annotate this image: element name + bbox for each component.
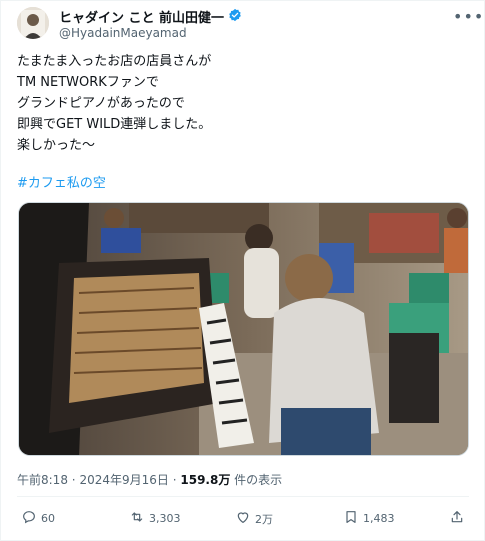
post-video[interactable] bbox=[18, 202, 469, 456]
post-meta: 午前8:18 · 2024年9月16日 · 159.8万 件の表示 bbox=[17, 471, 282, 488]
like-button[interactable]: 2万 bbox=[235, 509, 273, 528]
share-button[interactable] bbox=[449, 509, 465, 528]
verified-badge-icon bbox=[228, 8, 242, 26]
repost-count: 3,303 bbox=[149, 512, 181, 525]
view-count-label: 件の表示 bbox=[234, 473, 283, 487]
post-text-line: たまたま入ったお店の店員さんが bbox=[17, 54, 212, 69]
post-text: たまたま入ったお店の店員さんが TM NETWORKファンで グランドピアノがあ… bbox=[17, 51, 457, 156]
bookmark-count: 1,483 bbox=[363, 512, 395, 525]
repost-icon bbox=[129, 509, 145, 528]
author-display-name[interactable]: ヒャダイン こと 前山田健一 bbox=[59, 7, 224, 26]
like-count: 2万 bbox=[255, 512, 273, 526]
repost-button[interactable]: 3,303 bbox=[129, 509, 181, 528]
share-icon bbox=[449, 509, 465, 528]
meta-separator: · bbox=[172, 473, 177, 487]
more-dots-icon[interactable]: ••• bbox=[453, 7, 484, 26]
heart-icon bbox=[235, 509, 251, 528]
view-count: 159.8万 bbox=[180, 473, 231, 487]
avatar[interactable] bbox=[17, 7, 49, 39]
divider bbox=[17, 496, 469, 497]
author-handle[interactable]: @HyadainMaeyamad bbox=[59, 26, 187, 40]
post-text-line: TM NETWORKファンで bbox=[17, 75, 159, 90]
post-text-line: グランドピアノがあったので bbox=[17, 96, 185, 111]
post-time[interactable]: 午前8:18 bbox=[17, 473, 68, 487]
meta-separator: · bbox=[71, 473, 76, 487]
video-frame-illustration bbox=[19, 203, 468, 455]
bookmark-button[interactable]: 1,483 bbox=[343, 509, 395, 528]
reply-button[interactable]: 60 bbox=[21, 509, 55, 528]
post-text-line: 即興でGET WILD連弾しました。 bbox=[17, 117, 212, 132]
hashtag-link[interactable]: #カフェ私の空 bbox=[17, 172, 106, 191]
reply-icon bbox=[21, 509, 37, 528]
bookmark-icon bbox=[343, 509, 359, 528]
post-date[interactable]: 2024年9月16日 bbox=[79, 473, 168, 487]
post-card: ヒャダイン こと 前山田健一 @HyadainMaeyamad ••• たまたま… bbox=[0, 0, 485, 541]
reply-count: 60 bbox=[41, 512, 55, 525]
action-bar: 60 3,303 2万 1,483 bbox=[17, 509, 469, 531]
post-text-line: 楽しかった〜 bbox=[17, 138, 96, 153]
author-name-row[interactable]: ヒャダイン こと 前山田健一 bbox=[59, 7, 242, 26]
